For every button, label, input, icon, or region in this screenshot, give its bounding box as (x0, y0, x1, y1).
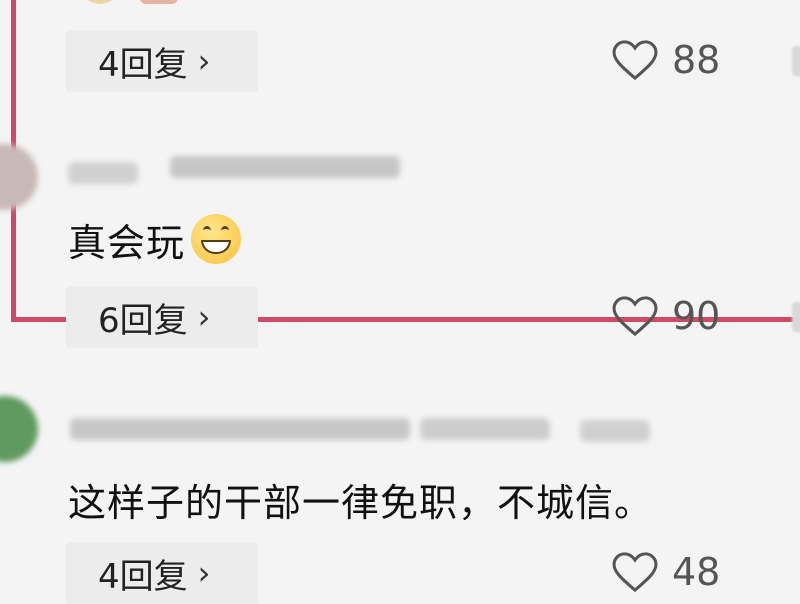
reply-label: 6回复 (98, 300, 188, 341)
avatar[interactable] (0, 144, 38, 210)
like-button[interactable]: 88 (612, 38, 720, 82)
like-count: 48 (672, 550, 721, 594)
heart-outline-icon (612, 40, 658, 80)
username-blurred (70, 418, 410, 440)
side-marker (792, 46, 800, 76)
comment-item-2: 真会玩 6回复 › 90 (0, 130, 800, 348)
reply-button[interactable]: 4回复 › (66, 542, 258, 604)
emoji-fragment (140, 0, 178, 4)
reply-label: 4回复 (98, 44, 188, 85)
like-button[interactable]: 48 (612, 550, 720, 594)
comment-text: 真会玩 (68, 212, 242, 267)
like-count: 90 (672, 294, 721, 338)
side-marker (792, 302, 800, 332)
reply-button[interactable]: 6回复 › (66, 286, 258, 348)
chevron-right-icon: › (197, 42, 211, 80)
username-blurred (68, 162, 138, 184)
heart-outline-icon (612, 296, 658, 336)
comment-text-content: 真会玩 (68, 221, 186, 265)
like-count: 88 (672, 38, 721, 82)
comment-text-content: 这样子的干部一律免职，不城信。 (68, 481, 654, 525)
timestamp-blurred (170, 156, 400, 178)
reply-label: 4回复 (98, 556, 188, 597)
emoji-fragment (80, 0, 120, 4)
comment-text: 这样子的干部一律免职，不城信。 (68, 472, 653, 527)
timestamp-blurred (580, 420, 650, 442)
heart-outline-icon (612, 552, 658, 592)
comment-item-1: 4回复 › 88 (0, 0, 800, 110)
chevron-right-icon: › (197, 554, 211, 592)
like-button[interactable]: 90 (612, 294, 720, 338)
avatar[interactable] (0, 396, 38, 462)
reply-button[interactable]: 4回复 › (66, 30, 258, 92)
username-blurred (420, 418, 550, 440)
grinning-face-emoji-icon (191, 214, 242, 264)
chevron-right-icon: › (197, 298, 211, 336)
comment-item-3: 这样子的干部一律免职，不城信。 4回复 › 48 (0, 390, 800, 604)
